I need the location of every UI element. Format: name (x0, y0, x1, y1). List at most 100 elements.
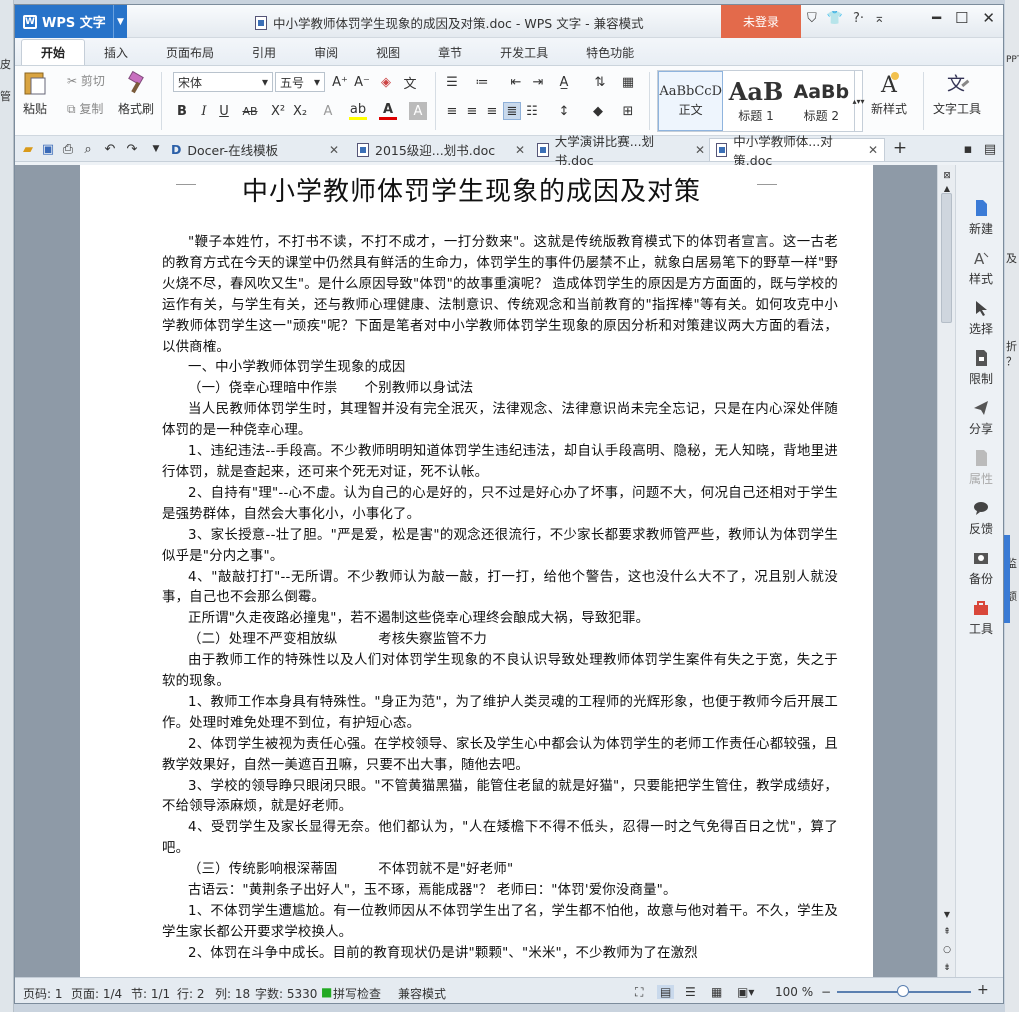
fullscreen-view-icon[interactable]: ⛶ (635, 985, 643, 1000)
superscript-icon[interactable]: X² (269, 102, 287, 120)
table-icon[interactable]: ▦ (619, 73, 637, 91)
open-folder-icon[interactable]: ▰ (19, 140, 37, 158)
style-heading-2[interactable]: AaBb 标题 2 (789, 71, 854, 131)
style-gallery-scroll[interactable]: ▴▾▾ (852, 71, 865, 131)
status-spell[interactable]: 拼写检查 (333, 985, 381, 1002)
paragraph[interactable]: 古语云："黄荆条子出好人"，玉不琢，焉能成器"？ 老师曰："体罚'爱你没商量"。 (162, 881, 838, 902)
side-share-button[interactable]: 分享 (956, 399, 1003, 437)
doc-tab-speech[interactable]: 大学演讲比赛...划书.doc ✕ (531, 134, 711, 168)
align-center-icon[interactable]: ≡ (463, 102, 481, 120)
new-tab-icon[interactable]: + (891, 138, 909, 158)
paragraph[interactable]: 3、学校的领导睁只眼闭只眼。"不管黄猫黑猫，能管住老鼠的就是好猫"，只要能把学生… (162, 777, 838, 819)
tab-insert[interactable]: 插入 (85, 39, 147, 65)
justify-icon[interactable]: ≣ (503, 102, 521, 120)
char-shading-icon[interactable]: A (409, 102, 427, 120)
clear-format-icon[interactable]: ◈ (377, 73, 395, 91)
bold-icon[interactable]: B (173, 102, 191, 120)
align-right-icon[interactable]: ≡ (483, 102, 501, 120)
skin-icon[interactable]: ⛉ (807, 11, 817, 26)
page-view-icon[interactable]: ▤ (657, 985, 675, 999)
tab-list-icon[interactable]: ▪ (959, 140, 977, 158)
case-icon[interactable]: A̲ (555, 73, 573, 91)
maximize-icon[interactable]: ☐ (955, 9, 968, 27)
login-button[interactable]: 未登录 (721, 5, 801, 38)
paragraph[interactable]: （二）处理不严变相放纵 考核失察监管不力 (162, 630, 838, 651)
distribute-icon[interactable]: ☷ (523, 102, 541, 120)
style-heading-1[interactable]: AaB 标题 1 (723, 71, 788, 131)
vertical-scrollbar[interactable]: ⊠ ▲ ▼ ⇞ ○ ⇟ (937, 165, 955, 977)
paragraph[interactable]: 4、受罚学生及家长显得无奈。他们都认为，"人在矮檐下不得不低头，忍得一时之气免得… (162, 818, 838, 860)
paragraph[interactable]: 1、不体罚学生遭尴尬。有一位教师因从不体罚学生出了名，学生都不怕他，故意与他对着… (162, 902, 838, 944)
tab-chapter[interactable]: 章节 (419, 39, 481, 65)
side-style-button[interactable]: A 样式 (956, 249, 1003, 287)
zoom-in-icon[interactable]: + (977, 982, 989, 998)
paragraph[interactable]: 一、中小学教师体罚学生现象的成因 (162, 358, 838, 379)
outline-view-icon[interactable]: ☰ (685, 985, 696, 999)
paragraph[interactable]: "鞭子本姓竹，不打书不读，不打不成才，一打分数来"。这就是传统版教育模式下的体罚… (162, 233, 838, 358)
scroll-down-icon[interactable]: ▼ (938, 905, 956, 923)
zoom-out-icon[interactable]: − (821, 985, 831, 999)
side-select-button[interactable]: 选择 (956, 299, 1003, 337)
align-left-icon[interactable]: ≡ (443, 102, 461, 120)
decrease-indent-icon[interactable]: ⇤ (507, 73, 525, 91)
shading-fill-icon[interactable]: ◆ (589, 102, 607, 120)
tab-menu-icon[interactable]: ▤ (981, 140, 999, 158)
undo-icon[interactable]: ↶ (101, 140, 119, 158)
tab-review[interactable]: 审阅 (295, 39, 357, 65)
close-icon[interactable]: ✕ (982, 9, 995, 27)
paragraph[interactable]: （一）侥幸心理暗中作祟 个别教师以身试法 (162, 379, 838, 400)
side-new-button[interactable]: 新建 (956, 199, 1003, 237)
tab-developer[interactable]: 开发工具 (481, 39, 567, 65)
paragraph[interactable]: 2、自持有"理"--心不虚。认为自己的心是好的，只不过是好心办了坏事，问题不大，… (162, 484, 838, 526)
status-words[interactable]: 字数: 5330 (255, 985, 317, 1002)
close-icon[interactable]: ✕ (868, 143, 878, 157)
paragraph[interactable]: 1、教师工作本身具有特殊性。"身正为范"，为了维护人类灵魂的工程师的光辉形象，也… (162, 693, 838, 735)
scrollbar-thumb[interactable] (941, 193, 952, 323)
side-feedback-button[interactable]: 反馈 (956, 499, 1003, 537)
reading-view-icon[interactable]: ▣▾ (737, 985, 754, 999)
shirt-icon[interactable]: 👕 (827, 11, 843, 26)
tab-layout[interactable]: 页面布局 (147, 39, 233, 65)
document-body[interactable]: "鞭子本姓竹，不打书不读，不打不成才，一打分数来"。这就是传统版教育模式下的体罚… (162, 233, 838, 965)
paragraph[interactable]: 当人民教师体罚学生时，其理智并没有完全泯灭，法律观念、法律意识尚未完全忘记，只是… (162, 400, 838, 442)
save-icon[interactable]: ▣ (39, 140, 57, 158)
increase-indent-icon[interactable]: ⇥ (529, 73, 547, 91)
paragraph[interactable]: 由于教师工作的特殊性以及人们对体罚学生现象的不良认识导致处理教师体罚学生案件有失… (162, 651, 838, 693)
paragraph[interactable]: 3、家长授意--壮了胆。"严是爱，松是害"的观念还很流行，不少家长都要求教师管严… (162, 526, 838, 568)
collapse-ribbon-icon[interactable]: ⌅ (874, 11, 885, 26)
web-view-icon[interactable]: ▦ (711, 985, 722, 999)
side-restrict-button[interactable]: 限制 (956, 349, 1003, 387)
text-effect-icon[interactable]: A (319, 102, 337, 120)
italic-icon[interactable]: I (195, 102, 213, 120)
shrink-font-icon[interactable]: A⁻ (353, 73, 371, 91)
highlight-icon[interactable]: ab (349, 102, 367, 120)
format-painter-button[interactable]: 格式刷 (118, 70, 154, 117)
strikethrough-icon[interactable]: AB (241, 102, 259, 120)
underline-icon[interactable]: U (215, 102, 233, 120)
zoom-level[interactable]: 100 % (775, 985, 813, 999)
text-tools-button[interactable]: 文 文字工具 (933, 70, 981, 117)
minimize-icon[interactable]: ━ (932, 9, 941, 27)
wps-menu-button[interactable]: W WPS 文字 ▼ (15, 5, 127, 38)
doc-tab-2015[interactable]: 2015级迎...划书.doc ✕ (351, 138, 531, 161)
tab-home[interactable]: 开始 (21, 39, 86, 65)
close-icon[interactable]: ✕ (515, 143, 525, 157)
tab-references[interactable]: 引用 (233, 39, 295, 65)
prev-page-icon[interactable]: ⇞ (938, 923, 956, 941)
sort-icon[interactable]: ⇅ (591, 73, 609, 91)
cut-button[interactable]: ✂ 剪切 (67, 72, 105, 89)
chevron-down-icon[interactable]: ▼ (113, 5, 127, 38)
help-icon[interactable]: ?· (853, 11, 864, 26)
doc-tab-docer[interactable]: D Docer-在线模板 ✕ (165, 138, 345, 161)
tab-view[interactable]: 视图 (357, 39, 419, 65)
side-tools-button[interactable]: 工具 (956, 599, 1003, 637)
paragraph[interactable]: 2、体罚学生被视为责任心强。在学校领导、家长及学生心中都会认为体罚学生的老师工作… (162, 735, 838, 777)
paragraph[interactable]: 2、体罚在斗争中成长。目前的教育现状仍是讲"颗颗"、"米米"，不少教师为了在激烈 (162, 944, 838, 965)
browse-object-icon[interactable]: ○ (938, 941, 956, 959)
numbered-list-icon[interactable]: ≔ (473, 73, 491, 91)
print-icon[interactable]: ⎙ (59, 140, 77, 158)
bullet-list-icon[interactable]: ☰ (443, 73, 461, 91)
paragraph[interactable]: 4、"敲敲打打"--无所谓。不少教师认为敲一敲，打一打，给他个警告，这也没什么大… (162, 568, 838, 610)
next-page-icon[interactable]: ⇟ (938, 959, 956, 977)
document-page[interactable]: 中小学教师体罚学生现象的成因及对策 "鞭子本姓竹，不打书不读，不打不成才，一打分… (80, 165, 873, 977)
